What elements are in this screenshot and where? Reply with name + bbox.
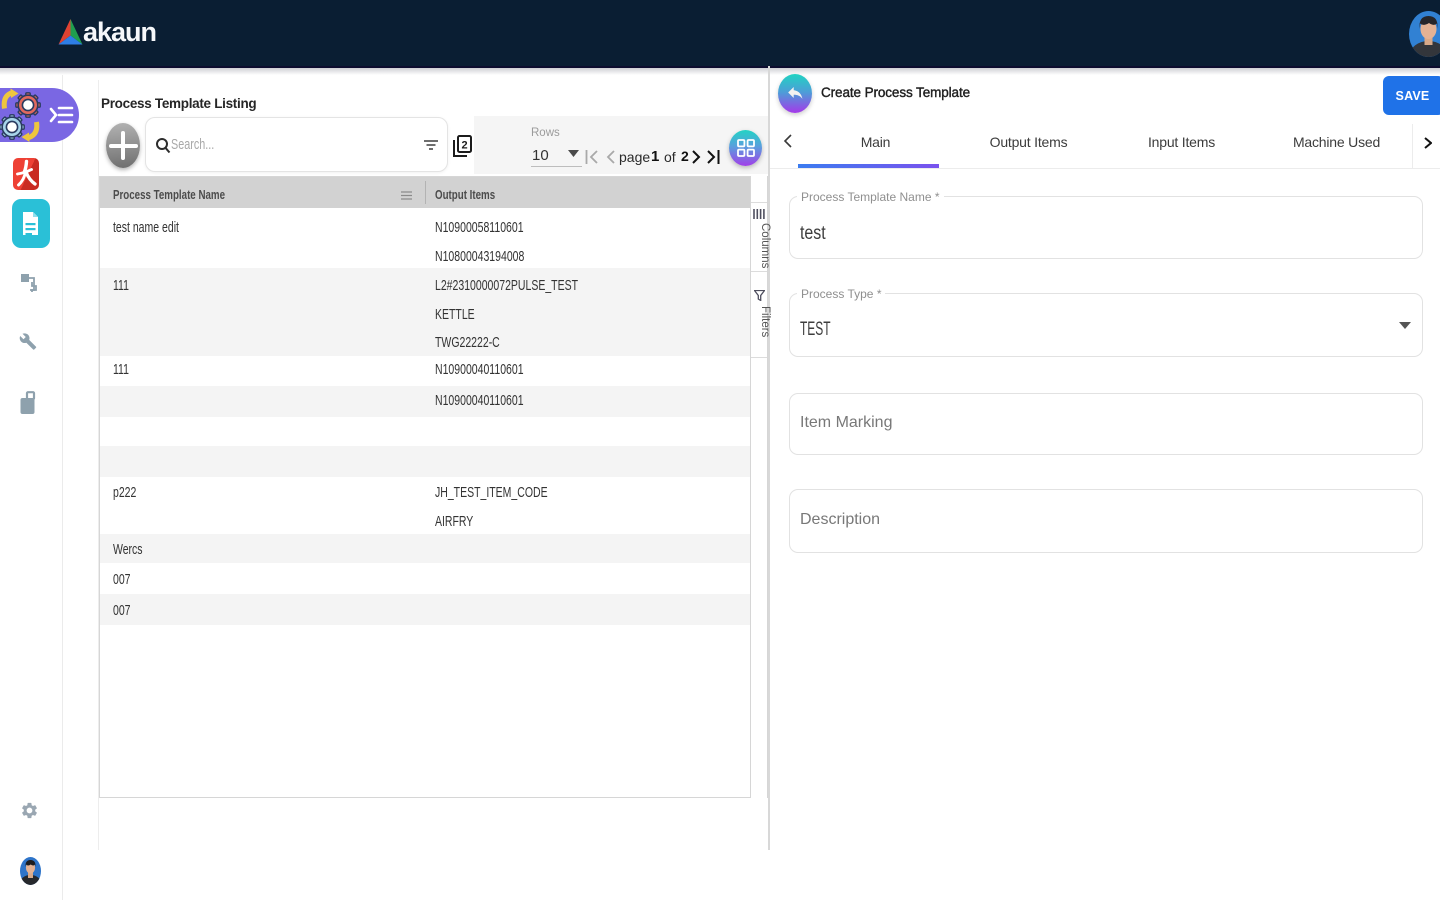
- svg-text:2: 2: [461, 140, 467, 152]
